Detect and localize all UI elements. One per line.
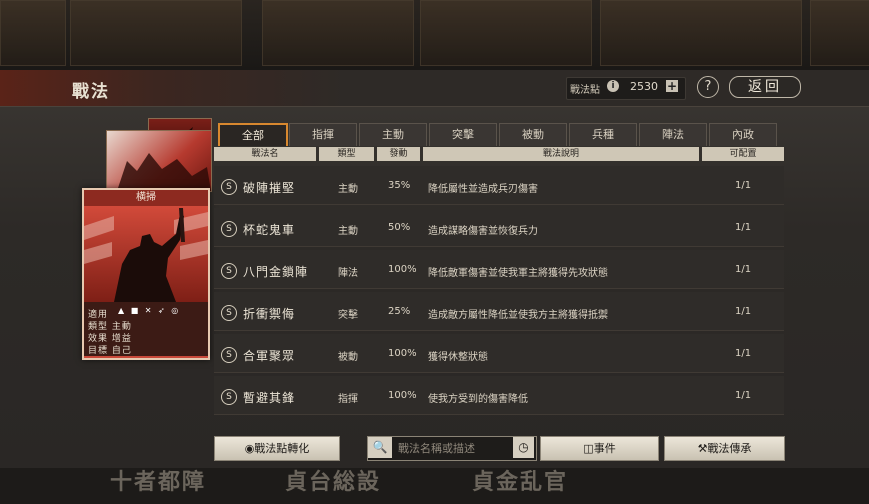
events-button[interactable]: ◫事件: [540, 436, 659, 461]
card-stack-middle: [106, 130, 212, 192]
background-text: 貞金乱官: [472, 470, 569, 495]
background-card: [810, 0, 869, 66]
tab-all[interactable]: 全部: [218, 123, 288, 146]
convert-icon: ◉: [244, 442, 255, 455]
background-card: [600, 0, 802, 66]
page-title: 戰法: [72, 82, 110, 102]
tactic-description: 造成敵方屬性降低並使我方主將獲得抵禦: [428, 310, 608, 321]
tactic-type: 指揮: [338, 394, 358, 405]
grade-badge: S: [221, 305, 237, 321]
events-label: 事件: [593, 442, 616, 455]
tactic-name: 杯蛇鬼車: [243, 223, 296, 237]
tactic-card-name: 横掃: [84, 190, 208, 206]
tactic-availability: 1/1: [735, 264, 752, 275]
tactic-availability: 1/1: [735, 180, 752, 191]
tactic-name: 八門金鎖陣: [243, 265, 309, 279]
grade-badge: S: [221, 347, 237, 363]
tactic-cost: 100%: [388, 348, 417, 359]
stat-label: 目標: [88, 346, 109, 356]
back-button[interactable]: 返回: [729, 76, 801, 98]
column-header-available[interactable]: 可配置: [702, 147, 784, 161]
tactic-availability: 1/1: [735, 306, 752, 317]
column-header-type[interactable]: 類型: [319, 147, 374, 161]
tactic-description: 獲得休整狀態: [428, 352, 488, 363]
tab-command[interactable]: 指揮: [289, 123, 357, 146]
tactic-type: 突擊: [338, 310, 358, 321]
background-bottom-bar: 十者都障 貞台総設 貞金乱官: [0, 462, 869, 504]
tactic-cost: 100%: [388, 390, 417, 401]
inherit-tactic-label: 戰法傳承: [707, 442, 752, 455]
tactic-name: 破陣摧堅: [243, 181, 296, 195]
search-icon[interactable]: 🔍: [368, 437, 392, 458]
background-scene: [0, 0, 869, 70]
tactic-availability: 1/1: [735, 222, 752, 233]
background-card: [262, 0, 414, 66]
tactic-description: 降低敵軍傷害並使我軍主將獲得先攻狀態: [428, 268, 608, 279]
tactic-cost: 25%: [388, 306, 411, 317]
background-card: [420, 0, 592, 66]
help-button[interactable]: ?: [697, 76, 719, 98]
grade-badge: S: [221, 179, 237, 195]
tactic-name: 折衝禦侮: [243, 307, 296, 321]
add-points-button[interactable]: +: [666, 80, 678, 92]
tactic-cost: 35%: [388, 180, 411, 191]
tab-troop-type[interactable]: 兵種: [569, 123, 637, 146]
tactic-name: 暫避其鋒: [243, 391, 296, 405]
info-icon[interactable]: i: [607, 80, 619, 92]
tab-internal-affairs[interactable]: 內政: [709, 123, 777, 146]
grade-badge: S: [221, 221, 237, 237]
tactic-description: 使我方受到的傷害降低: [428, 394, 528, 405]
tactic-cost: 100%: [388, 264, 417, 275]
table-row[interactable]: [214, 334, 784, 373]
tab-formation[interactable]: 陣法: [639, 123, 707, 146]
convert-points-button[interactable]: ◉戰法點轉化: [214, 436, 340, 461]
tactic-points-value: 2530: [630, 80, 658, 93]
tactic-description: 降低屬性並造成兵刃傷害: [428, 184, 538, 195]
background-card: [0, 0, 66, 66]
stat-value: 自己: [111, 346, 132, 356]
tactic-type: 陣法: [338, 268, 358, 279]
tab-passive[interactable]: 被動: [499, 123, 567, 146]
horsemen-silhouette-icon: [117, 153, 211, 191]
warrior-sword-icon: [84, 208, 208, 302]
tactic-cost: 50%: [388, 222, 411, 233]
tactic-availability: 1/1: [735, 348, 752, 359]
tactic-points-label: 戰法點: [570, 85, 600, 96]
tab-active[interactable]: 主動: [359, 123, 427, 146]
unit-type-icons: ▲ ■ ✕ ➶ ◎: [118, 306, 181, 315]
tactic-name: 合軍聚眾: [243, 349, 296, 363]
column-header-description: 戰法說明: [423, 147, 699, 161]
events-icon: ◫: [583, 442, 594, 455]
column-header-name[interactable]: 戰法名: [214, 147, 316, 161]
tactic-description: 造成謀略傷害並恢復兵力: [428, 226, 538, 237]
tactic-card-art: [84, 206, 208, 302]
inherit-tactic-button[interactable]: ⚒戰法傳承: [664, 436, 785, 461]
hammer-icon: ⚒: [697, 442, 708, 455]
background-card: [70, 0, 242, 66]
background-text: 十者都障: [110, 470, 207, 495]
clock-icon[interactable]: ◷: [513, 437, 534, 458]
stat-row-target: 目標 自己: [88, 343, 132, 356]
grade-badge: S: [221, 389, 237, 405]
tab-assault[interactable]: 突擊: [429, 123, 497, 146]
grade-badge: S: [221, 263, 237, 279]
tactic-type: 主動: [338, 226, 358, 237]
background-text: 貞台総設: [285, 470, 382, 495]
convert-points-label: 戰法點轉化: [254, 442, 310, 455]
column-header-cost[interactable]: 發動: [377, 147, 420, 161]
tactic-type: 主動: [338, 184, 358, 195]
tactic-availability: 1/1: [735, 390, 752, 401]
tactic-type: 被動: [338, 352, 358, 363]
search-input[interactable]: [396, 438, 514, 459]
